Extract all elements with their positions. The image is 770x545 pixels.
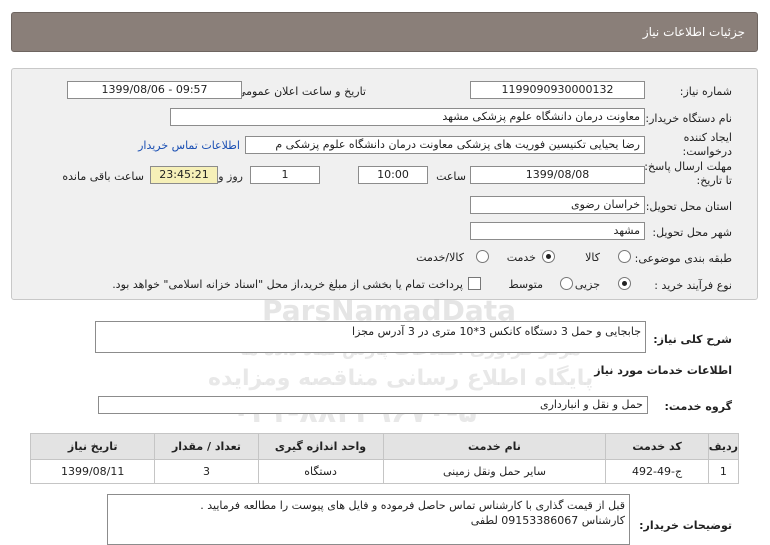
cell-service-code: ج-49-492: [605, 459, 709, 484]
buyer-contact-link[interactable]: اطلاعات تماس خریدار: [138, 139, 240, 152]
province-label: استان محل تحویل:: [645, 200, 732, 213]
category-option-goods-service: کالا/خدمت: [416, 251, 464, 264]
cell-quantity: 3: [154, 459, 259, 484]
service-group-field: حمل و نقل و انبارداری: [98, 396, 648, 414]
buyer-notes-label: توضیحات خریدار:: [639, 519, 732, 532]
treasury-payment-note: پرداخت تمام یا بخشی از مبلغ خرید،از محل …: [112, 278, 463, 291]
process-option-minor: جزیی: [574, 278, 600, 291]
category-option-service: خدمت: [506, 251, 536, 264]
deadline-time-field: 10:00: [358, 166, 428, 184]
need-number-field: 1199090930000132: [470, 81, 645, 99]
col-service-name: نام خدمت: [382, 433, 607, 460]
col-unit: واحد اندازه گیری: [257, 433, 384, 460]
col-service-code: کد خدمت: [605, 433, 709, 460]
category-option-goods: کالا: [585, 251, 600, 264]
service-group-label: گروه خدمت:: [664, 400, 732, 413]
city-label: شهر محل تحویل:: [652, 226, 732, 239]
table-row: 1 ج-49-492 سایر حمل ونقل زمینی دستگاه 3 …: [29, 459, 740, 484]
col-row-number: ردیف: [707, 433, 740, 460]
buyer-notes-line1: قبل از قیمت گذاری با کارشناس تماس حاصل ف…: [200, 499, 625, 512]
services-table: ردیف کد خدمت نام خدمت واحد اندازه گیری ت…: [29, 433, 740, 484]
deadline-date-field: 1399/08/08: [470, 166, 645, 184]
process-radio-minor[interactable]: [618, 277, 631, 290]
page-title: جزئیات اطلاعات نیاز: [642, 25, 745, 39]
creator-label-line1: ایجاد کننده: [683, 131, 732, 144]
need-number-label: شماره نیاز:: [679, 85, 732, 98]
announce-date-label: تاریخ و ساعت اعلان عمومی:: [233, 85, 366, 98]
buyer-notes-field: قبل از قیمت گذاری با کارشناس تماس حاصل ف…: [107, 494, 630, 545]
cell-row-number: 1: [707, 459, 740, 484]
category-label: طبقه بندی موضوعی:: [634, 252, 732, 265]
category-radio-goods[interactable]: [618, 250, 631, 263]
category-radio-service[interactable]: [542, 250, 555, 263]
cell-need-date: 1399/08/11: [29, 459, 156, 484]
summary-label: شرح کلی نیاز:: [653, 333, 732, 346]
announce-date-field: 1399/08/06 - 09:57: [67, 81, 242, 99]
watermark-line3: پایگاه اطلاع رسانی مناقصه ومزایده: [208, 366, 594, 391]
col-need-date: تاریخ نیاز: [29, 433, 156, 460]
category-radio-goods-service[interactable]: [476, 250, 489, 263]
table-header-row: ردیف کد خدمت نام خدمت واحد اندازه گیری ت…: [29, 433, 740, 460]
buyer-label: نام دستگاه خریدار:: [645, 112, 732, 125]
city-field: مشهد: [470, 222, 645, 240]
creator-label-line2: درخواست:: [682, 145, 732, 158]
creator-field: رضا یحیایی تکنیسین فوریت های پزشکی معاون…: [245, 136, 645, 154]
deadline-time-label: ساعت: [436, 170, 466, 183]
cell-unit: دستگاه: [257, 459, 384, 484]
services-section-title: اطلاعات خدمات مورد نیاز: [594, 364, 732, 377]
remaining-time-field: 23:45:21: [150, 166, 218, 184]
treasury-payment-checkbox[interactable]: [468, 277, 481, 290]
days-label: روز و: [218, 170, 243, 183]
buyer-field: معاونت درمان دانشگاه علوم پزشکی مشهد: [170, 108, 645, 126]
col-quantity: تعداد / مقدار: [154, 433, 259, 460]
summary-field: جابجایی و حمل 3 دستگاه کانکس 3*10 متری د…: [95, 321, 646, 353]
details-panel: [11, 68, 758, 300]
process-option-medium: متوسط: [508, 278, 543, 291]
buyer-notes-line2: کارشناس 09153386067 لطفی: [470, 514, 625, 527]
days-field: 1: [250, 166, 320, 184]
deadline-label-line2: تا تاریخ:: [696, 174, 732, 187]
process-radio-medium[interactable]: [560, 277, 573, 290]
remaining-time-label: ساعت باقی مانده: [62, 170, 144, 183]
page-header: جزئیات اطلاعات نیاز: [11, 12, 758, 52]
province-field: خراسان رضوی: [470, 196, 645, 214]
process-label: نوع فرآیند خرید :: [654, 279, 732, 292]
cell-service-name: سایر حمل ونقل زمینی: [382, 459, 607, 484]
deadline-label-line1: مهلت ارسال پاسخ:: [644, 160, 732, 173]
